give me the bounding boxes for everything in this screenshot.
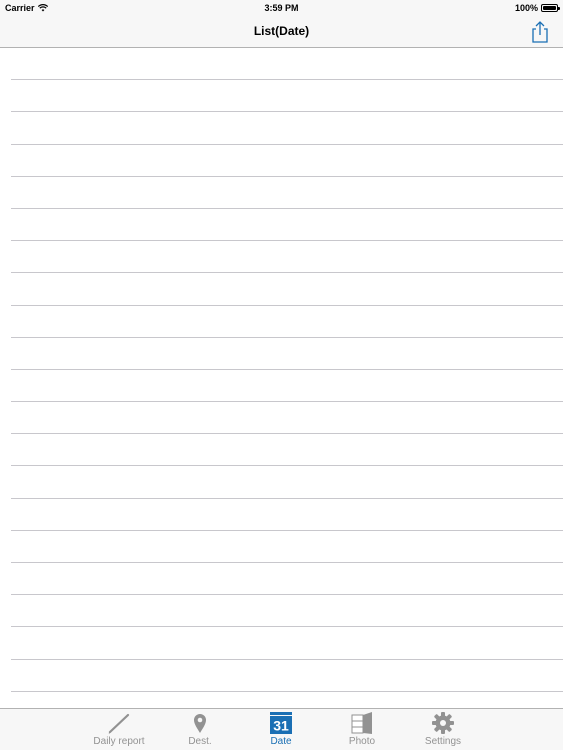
map-pin-icon: [194, 714, 206, 733]
list-row[interactable]: [11, 48, 563, 81]
list-row[interactable]: [11, 563, 563, 596]
list-row[interactable]: [11, 112, 563, 145]
list-row[interactable]: [11, 145, 563, 177]
tab-daily-report[interactable]: Daily report: [84, 712, 154, 750]
share-button[interactable]: [529, 20, 551, 44]
page-title: List(Date): [253, 24, 310, 38]
calendar-day: 31: [273, 718, 289, 734]
list-row[interactable]: [11, 627, 563, 660]
tab-label: Dest.: [188, 736, 212, 747]
battery-icon: [541, 4, 560, 12]
gear-icon: [432, 712, 454, 734]
list-row[interactable]: [11, 80, 563, 113]
battery-percent: 100%: [514, 3, 538, 13]
battery-indicator: 100%: [514, 3, 560, 13]
pencil-icon: [108, 713, 130, 734]
date-list[interactable]: [0, 48, 563, 708]
list-row[interactable]: [11, 273, 563, 306]
tab-photo[interactable]: Photo: [327, 712, 397, 750]
list-row[interactable]: [11, 306, 563, 338]
tab-dest[interactable]: Dest.: [165, 712, 235, 750]
share-icon: [532, 21, 548, 43]
list-row[interactable]: [11, 338, 563, 370]
tab-label: Date: [270, 736, 292, 747]
tab-label: Photo: [348, 736, 376, 747]
tab-settings[interactable]: Settings: [408, 712, 478, 750]
list-row[interactable]: [11, 499, 563, 531]
list-row[interactable]: [11, 402, 563, 435]
status-bar: Carrier 3:59 PM 100%: [0, 0, 563, 16]
tab-label: Settings: [424, 736, 462, 747]
list-row[interactable]: [11, 595, 563, 628]
list-row[interactable]: [11, 209, 563, 242]
list-row[interactable]: [11, 370, 563, 403]
status-time: 3:59 PM: [264, 3, 299, 13]
list-row[interactable]: [11, 241, 563, 274]
navigation-bar: List(Date): [0, 16, 563, 48]
calendar-icon: 31: [270, 712, 292, 734]
tab-bar: Daily report Dest. 31 Date Photo Setting…: [0, 708, 563, 750]
list-row[interactable]: [11, 531, 563, 563]
tab-date[interactable]: 31 Date: [246, 712, 316, 750]
list-row[interactable]: [11, 466, 563, 499]
tab-label: Daily report: [93, 736, 145, 747]
list-row[interactable]: [11, 177, 563, 209]
list-row[interactable]: [11, 434, 563, 467]
list-row[interactable]: [11, 660, 563, 692]
photo-book-icon: [351, 712, 372, 734]
